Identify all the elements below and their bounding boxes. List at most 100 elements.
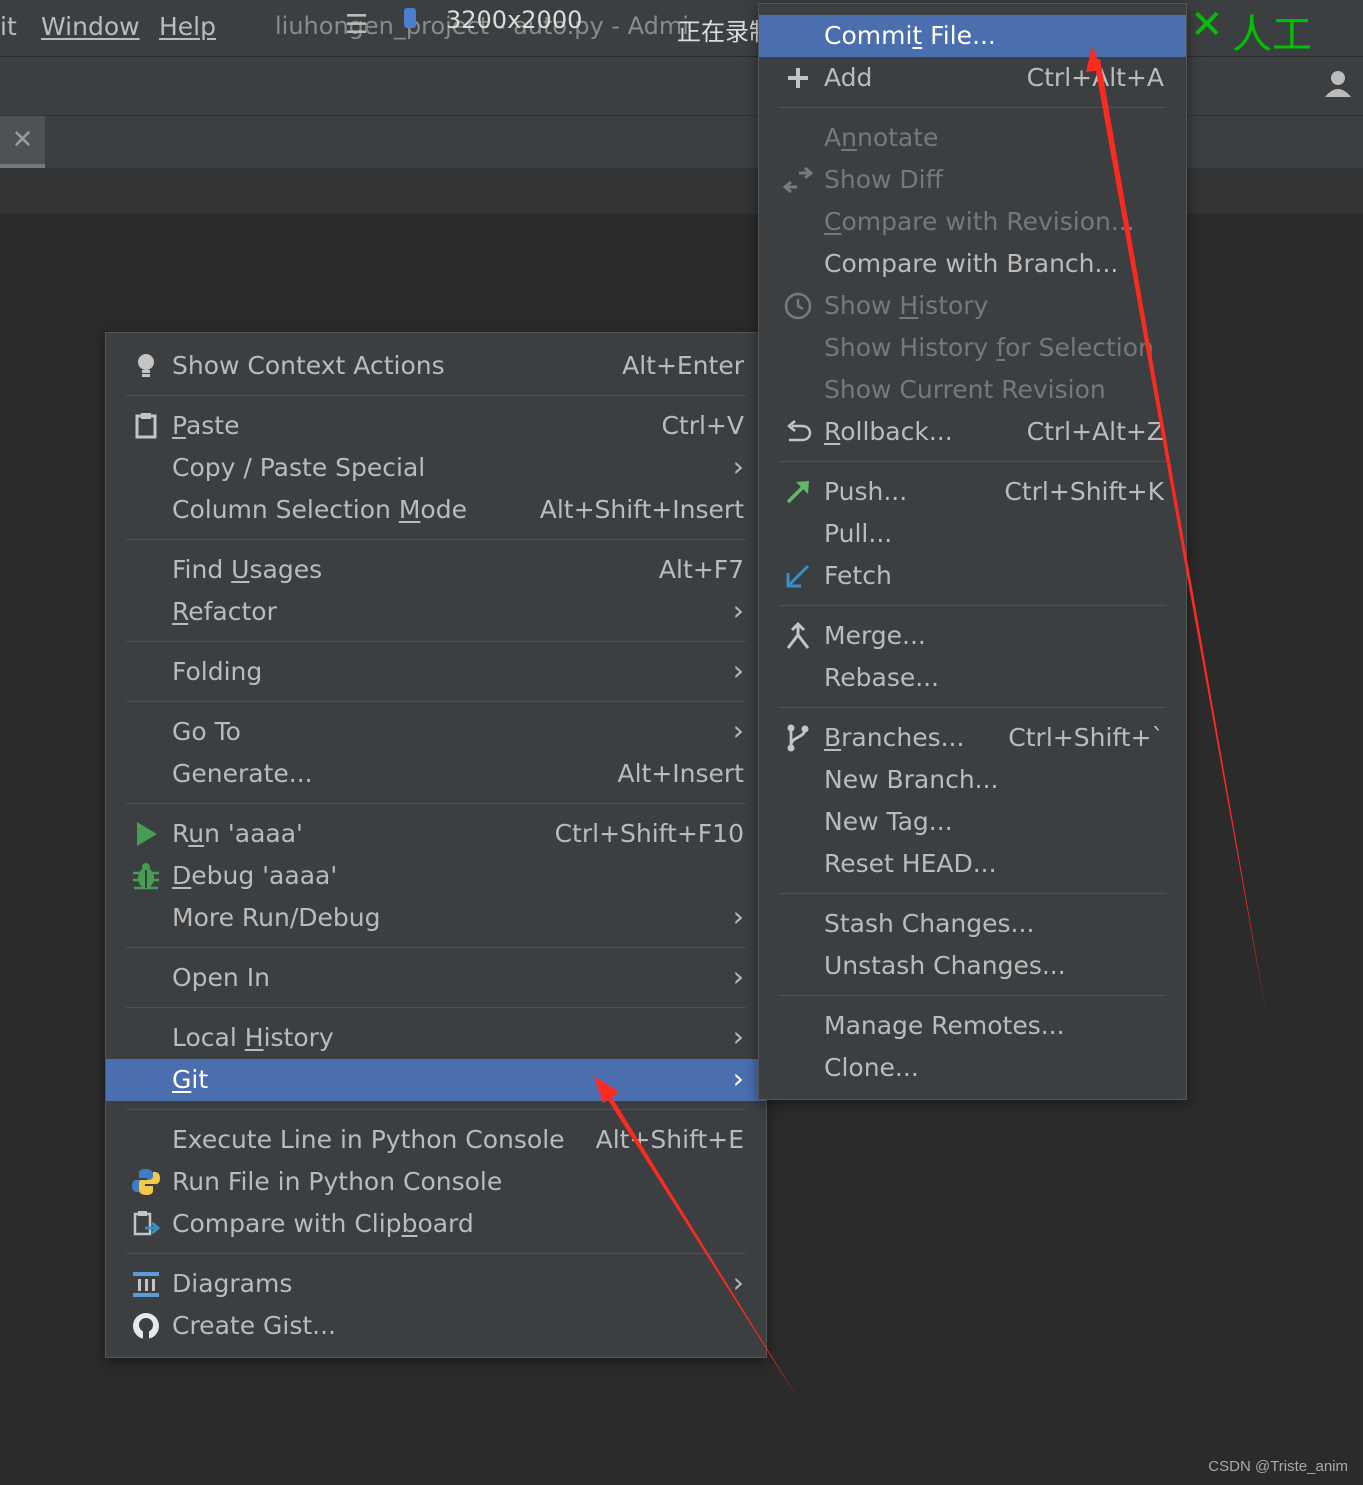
run-file-console-item[interactable]: Run File in Python Console [106, 1161, 766, 1203]
rollback-icon [787, 420, 812, 442]
menu-separator [779, 107, 1166, 108]
chevron-right-icon: › [732, 1020, 744, 1053]
diff-arrows-icon [783, 166, 813, 194]
diagrams-item[interactable]: Diagrams › [106, 1263, 766, 1305]
chevron-right-icon: › [732, 714, 744, 747]
copy-paste-special-label: Copy / Paste Special [172, 453, 426, 482]
menu-separator [126, 539, 746, 540]
python-icon [132, 1169, 160, 1195]
pull-item[interactable]: Pull... [759, 513, 1186, 555]
git-submenu: Commit File... Add Ctrl+Alt+A Annotate S… [758, 3, 1187, 1100]
compare-clipboard-item[interactable]: Compare with Clipboard [106, 1203, 766, 1245]
run-label: Run 'aaaa' [172, 819, 303, 848]
generate-item[interactable]: Generate... Alt+Insert [106, 753, 766, 795]
merge-icon [786, 621, 810, 649]
branches-label: Branches... [824, 723, 965, 752]
new-tag-item[interactable]: New Tag... [759, 801, 1186, 843]
chevron-right-icon: › [732, 654, 744, 687]
stash-changes-item[interactable]: Stash Changes... [759, 903, 1186, 945]
chevron-right-icon: › [732, 450, 744, 483]
merge-item[interactable]: Merge... [759, 615, 1186, 657]
paste-label: Paste [172, 411, 240, 440]
compare-branch-label: Compare with Branch... [824, 249, 1119, 278]
show-context-actions-item[interactable]: Show Context Actions Alt+Enter [106, 345, 766, 387]
go-to-item[interactable]: Go To › [106, 711, 766, 753]
clipboard-icon [135, 413, 157, 439]
refactor-item[interactable]: Refactor › [106, 591, 766, 633]
annotate-item[interactable]: Annotate [759, 117, 1186, 159]
paste-item[interactable]: Paste Ctrl+V [106, 405, 766, 447]
find-usages-shortcut: Alt+F7 [658, 555, 744, 584]
generate-shortcut: Alt+Insert [617, 759, 744, 788]
new-branch-item[interactable]: New Branch... [759, 759, 1186, 801]
fetch-item[interactable]: Fetch [759, 555, 1186, 597]
commit-file-item[interactable]: Commit File... [759, 15, 1186, 57]
compare-revision-item[interactable]: Compare with Revision... [759, 201, 1186, 243]
user-icon[interactable] [1322, 69, 1358, 99]
folding-item[interactable]: Folding › [106, 651, 766, 693]
more-run-debug-label: More Run/Debug [172, 903, 381, 932]
tab-close-icon[interactable]: ✕ [0, 116, 45, 168]
rebase-label: Rebase... [824, 663, 940, 692]
run-item[interactable]: Run 'aaaa' Ctrl+Shift+F10 [106, 813, 766, 855]
show-history-selection-item[interactable]: Show History for Selection [759, 327, 1186, 369]
branches-item[interactable]: Branches... Ctrl+Shift+` [759, 717, 1186, 759]
annotate-label: Annotate [824, 123, 939, 152]
pull-label: Pull... [824, 519, 893, 548]
branch-icon [787, 724, 809, 752]
menu-separator [779, 461, 1166, 462]
show-history-item[interactable]: Show History [759, 285, 1186, 327]
menu-window[interactable]: Window [41, 12, 140, 41]
reset-head-item[interactable]: Reset HEAD... [759, 843, 1186, 885]
rollback-label: Rollback... [824, 417, 953, 446]
show-current-revision-item[interactable]: Show Current Revision [759, 369, 1186, 411]
copy-paste-special-item[interactable]: Copy / Paste Special › [106, 447, 766, 489]
menu-separator [779, 995, 1166, 996]
git-label: Git [172, 1065, 209, 1094]
add-item[interactable]: Add Ctrl+Alt+A [759, 57, 1186, 99]
diagram-icon [133, 1272, 159, 1297]
compare-clipboard-label: Compare with Clipboard [172, 1209, 474, 1238]
find-usages-item[interactable]: Find Usages Alt+F7 [106, 549, 766, 591]
folding-label: Folding [172, 657, 263, 686]
stash-changes-label: Stash Changes... [824, 909, 1035, 938]
menu-help[interactable]: Help [159, 12, 216, 41]
column-selection-mode-item[interactable]: Column Selection Mode Alt+Shift+Insert [106, 489, 766, 531]
merge-label: Merge... [824, 621, 926, 650]
create-gist-item[interactable]: Create Gist... [106, 1305, 766, 1347]
rebase-item[interactable]: Rebase... [759, 657, 1186, 699]
chevron-right-icon: › [732, 594, 744, 627]
chevron-right-icon: › [732, 1266, 744, 1299]
debug-bug-icon [133, 863, 159, 890]
fetch-label: Fetch [824, 561, 892, 590]
menu-separator [126, 641, 746, 642]
manage-remotes-item[interactable]: Manage Remotes... [759, 1005, 1186, 1047]
git-item[interactable]: Git › [106, 1059, 766, 1101]
menu-git-partial[interactable]: it [0, 12, 17, 41]
open-in-item[interactable]: Open In › [106, 957, 766, 999]
clock-icon [784, 292, 812, 320]
push-item[interactable]: Push... Ctrl+Shift+K [759, 471, 1186, 513]
more-run-debug-item[interactable]: More Run/Debug › [106, 897, 766, 939]
execute-line-console-item[interactable]: Execute Line in Python Console Alt+Shift… [106, 1119, 766, 1161]
unstash-changes-item[interactable]: Unstash Changes... [759, 945, 1186, 987]
chevron-right-icon: › [732, 960, 744, 993]
execute-line-console-label: Execute Line in Python Console [172, 1125, 565, 1154]
overlay-label: 人工 [1232, 12, 1312, 58]
compare-branch-item[interactable]: Compare with Branch... [759, 243, 1186, 285]
go-to-label: Go To [172, 717, 241, 746]
compare-clipboard-icon [133, 1211, 161, 1236]
debug-label: Debug 'aaaa' [172, 861, 338, 890]
menu-separator [126, 1253, 746, 1254]
show-current-revision-label: Show Current Revision [824, 375, 1106, 404]
show-context-actions-label: Show Context Actions [172, 351, 445, 380]
show-diff-item[interactable]: Show Diff [759, 159, 1186, 201]
show-history-label: Show History [824, 291, 989, 320]
find-usages-label: Find Usages [172, 555, 323, 584]
debug-item[interactable]: Debug 'aaaa' [106, 855, 766, 897]
overlay-close-icon: ✕ [1190, 2, 1224, 48]
clone-item[interactable]: Clone... [759, 1047, 1186, 1089]
rollback-item[interactable]: Rollback... Ctrl+Alt+Z [759, 411, 1186, 453]
local-history-item[interactable]: Local History › [106, 1017, 766, 1059]
chevron-right-icon: › [732, 1062, 744, 1095]
